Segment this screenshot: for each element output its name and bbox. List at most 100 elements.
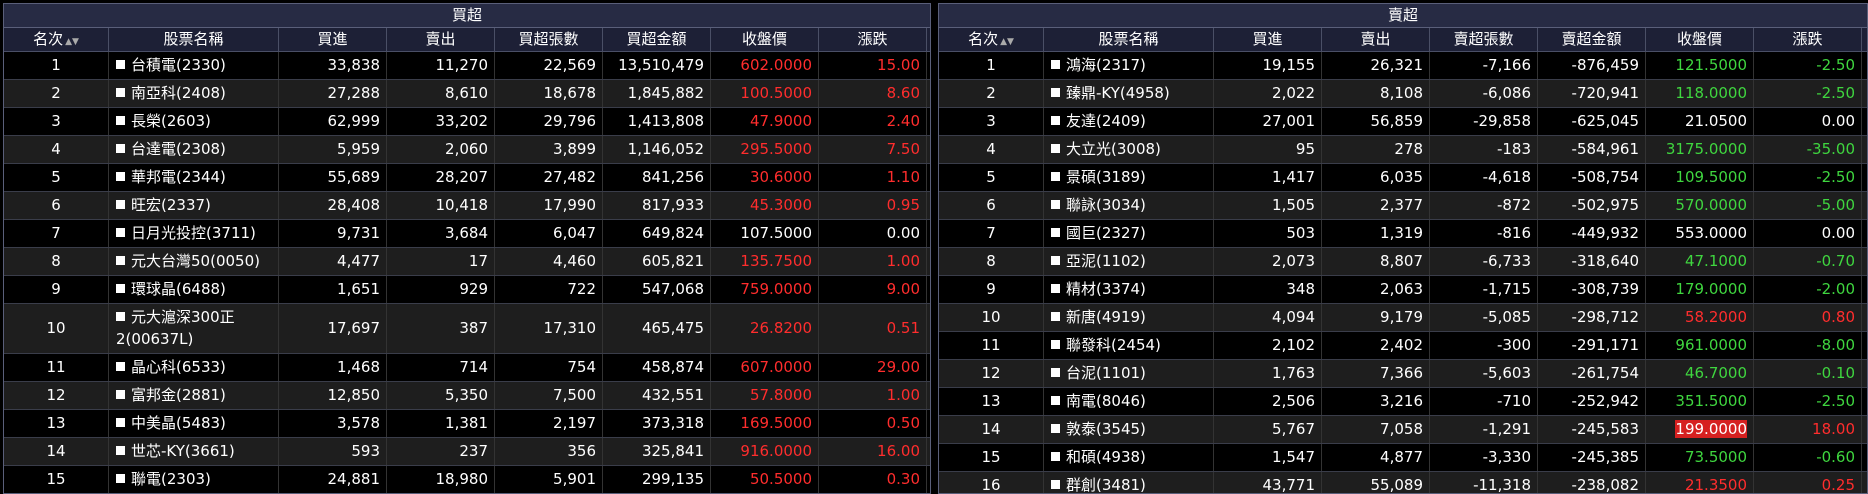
checkbox-icon[interactable] bbox=[1051, 200, 1060, 209]
table-row[interactable]: 5 華邦電(2344) 55,689 28,207 27,482 841,256 30.60… bbox=[4, 164, 930, 192]
checkbox-icon[interactable] bbox=[116, 200, 125, 209]
checkbox-icon[interactable] bbox=[1051, 256, 1060, 265]
stock-name-cell[interactable]: 和碩(4938) bbox=[1044, 444, 1214, 471]
stock-name-cell[interactable]: 華邦電(2344) bbox=[109, 164, 279, 191]
table-row[interactable]: 16 群創(3481) 43,771 55,089 -11,318 -238,082 21.… bbox=[939, 472, 1867, 493]
sort-icon[interactable]: ▲▼ bbox=[1000, 37, 1014, 47]
table-row[interactable]: 11 聯發科(2454) 2,102 2,402 -300 -291,171 961.000… bbox=[939, 332, 1867, 360]
table-row[interactable]: 1 台積電(2330) 33,838 11,270 22,569 13,510,479 60… bbox=[4, 52, 930, 80]
stock-name-cell[interactable]: 亞泥(1102) bbox=[1044, 248, 1214, 275]
checkbox-icon[interactable] bbox=[1051, 452, 1060, 461]
checkbox-icon[interactable] bbox=[1051, 88, 1060, 97]
close-column-header[interactable]: 收盤價 bbox=[1646, 28, 1754, 51]
checkbox-icon[interactable] bbox=[1051, 60, 1060, 69]
table-row[interactable]: 10 新唐(4919) 4,094 9,179 -5,085 -298,712 58.200… bbox=[939, 304, 1867, 332]
stock-name-cell[interactable]: 聯電(2303) bbox=[109, 466, 279, 493]
name-column-header[interactable]: 股票名稱 bbox=[1044, 28, 1214, 51]
stock-name-cell[interactable]: 環球晶(6488) bbox=[109, 276, 279, 303]
table-row[interactable]: 2 臻鼎-KY(4958) 2,022 8,108 -6,086 -720,941 118.… bbox=[939, 80, 1867, 108]
checkbox-icon[interactable] bbox=[116, 144, 125, 153]
table-row[interactable]: 2 南亞科(2408) 27,288 8,610 18,678 1,845,882 100.… bbox=[4, 80, 930, 108]
stock-name-cell[interactable]: 新唐(4919) bbox=[1044, 304, 1214, 331]
table-row[interactable]: 8 亞泥(1102) 2,073 8,807 -6,733 -318,640 47.1000… bbox=[939, 248, 1867, 276]
stock-name-cell[interactable]: 世芯-KY(3661) bbox=[109, 438, 279, 465]
checkbox-icon[interactable] bbox=[116, 446, 125, 455]
checkbox-icon[interactable] bbox=[1051, 480, 1060, 489]
checkbox-icon[interactable] bbox=[1051, 284, 1060, 293]
checkbox-icon[interactable] bbox=[116, 116, 125, 125]
stock-name-cell[interactable]: 聯詠(3034) bbox=[1044, 192, 1214, 219]
checkbox-icon[interactable] bbox=[116, 474, 125, 483]
stock-name-cell[interactable]: 臻鼎-KY(4958) bbox=[1044, 80, 1214, 107]
checkbox-icon[interactable] bbox=[116, 256, 125, 265]
stock-name-cell[interactable]: 元大滬深300正2(00637L) bbox=[109, 304, 279, 353]
table-row[interactable]: 5 景碩(3189) 1,417 6,035 -4,618 -508,754 109.500… bbox=[939, 164, 1867, 192]
sell-column-header[interactable]: 賣出 bbox=[387, 28, 495, 51]
table-row[interactable]: 9 精材(3374) 348 2,063 -1,715 -308,739 179.0000-… bbox=[939, 276, 1867, 304]
stock-name-cell[interactable]: 台積電(2330) bbox=[109, 52, 279, 79]
checkbox-icon[interactable] bbox=[1051, 312, 1060, 321]
checkbox-icon[interactable] bbox=[116, 60, 125, 69]
checkbox-icon[interactable] bbox=[1051, 396, 1060, 405]
checkbox-icon[interactable] bbox=[1051, 368, 1060, 377]
stock-name-cell[interactable]: 富邦金(2881) bbox=[109, 382, 279, 409]
stock-name-cell[interactable]: 旺宏(2337) bbox=[109, 192, 279, 219]
checkbox-icon[interactable] bbox=[116, 172, 125, 181]
checkbox-icon[interactable] bbox=[116, 390, 125, 399]
close-column-header[interactable]: 收盤價 bbox=[711, 28, 819, 51]
net-column-header[interactable]: 賣超張數 bbox=[1430, 28, 1538, 51]
buy-column-header[interactable]: 買進 bbox=[1214, 28, 1322, 51]
table-row[interactable]: 15 聯電(2303) 24,881 18,980 5,901 299,135 50.500… bbox=[4, 466, 930, 493]
table-row[interactable]: 4 大立光(3008) 95 278 -183 -584,961 3175.0000 -35.… bbox=[939, 136, 1867, 164]
checkbox-icon[interactable] bbox=[116, 312, 125, 321]
amount-column-header[interactable]: 買超金額 bbox=[603, 28, 711, 51]
stock-name-cell[interactable]: 元大台灣50(0050) bbox=[109, 248, 279, 275]
table-row[interactable]: 3 長榮(2603) 62,999 33,202 29,796 1,413,808 47.9… bbox=[4, 108, 930, 136]
stock-name-cell[interactable]: 聯發科(2454) bbox=[1044, 332, 1214, 359]
stock-name-cell[interactable]: 南電(8046) bbox=[1044, 388, 1214, 415]
checkbox-icon[interactable] bbox=[1051, 144, 1060, 153]
checkbox-icon[interactable] bbox=[1051, 172, 1060, 181]
table-row[interactable]: 10 元大滬深300正2(00637L) 17,697 387 17,310 465,47… bbox=[4, 304, 930, 354]
sort-icon[interactable]: ▲▼ bbox=[65, 37, 79, 47]
stock-name-cell[interactable]: 景碩(3189) bbox=[1044, 164, 1214, 191]
net-column-header[interactable]: 買超張數 bbox=[495, 28, 603, 51]
stock-name-cell[interactable]: 鴻海(2317) bbox=[1044, 52, 1214, 79]
checkbox-icon[interactable] bbox=[1051, 340, 1060, 349]
stock-name-cell[interactable]: 群創(3481) bbox=[1044, 472, 1214, 493]
buy-column-header[interactable]: 買進 bbox=[279, 28, 387, 51]
table-row[interactable]: 6 聯詠(3034) 1,505 2,377 -872 -502,975 570.0000-… bbox=[939, 192, 1867, 220]
table-row[interactable]: 13 南電(8046) 2,506 3,216 -710 -252,942 351.5000… bbox=[939, 388, 1867, 416]
stock-name-cell[interactable]: 日月光投控(3711) bbox=[109, 220, 279, 247]
stock-name-cell[interactable]: 台泥(1101) bbox=[1044, 360, 1214, 387]
table-row[interactable]: 15 和碩(4938) 1,547 4,877 -3,330 -245,385 73.500… bbox=[939, 444, 1867, 472]
stock-name-cell[interactable]: 敦泰(3545) bbox=[1044, 416, 1214, 443]
stock-name-cell[interactable]: 中美晶(5483) bbox=[109, 410, 279, 437]
amount-column-header[interactable]: 賣超金額 bbox=[1538, 28, 1646, 51]
rank-column-header[interactable]: 名次 ▲▼ bbox=[939, 28, 1044, 51]
table-row[interactable]: 13 中美晶(5483) 3,578 1,381 2,197 373,318 169.500… bbox=[4, 410, 930, 438]
checkbox-icon[interactable] bbox=[116, 284, 125, 293]
stock-name-cell[interactable]: 大立光(3008) bbox=[1044, 136, 1214, 163]
stock-name-cell[interactable]: 友達(2409) bbox=[1044, 108, 1214, 135]
checkbox-icon[interactable] bbox=[1051, 228, 1060, 237]
checkbox-icon[interactable] bbox=[116, 88, 125, 97]
table-row[interactable]: 3 友達(2409) 27,001 56,859 -29,858 -625,045 21.0… bbox=[939, 108, 1867, 136]
table-row[interactable]: 1 鴻海(2317) 19,155 26,321 -7,166 -876,459 121.5… bbox=[939, 52, 1867, 80]
table-row[interactable]: 14 世芯-KY(3661) 593 237 356 325,841 916.0000 16.… bbox=[4, 438, 930, 466]
checkbox-icon[interactable] bbox=[1051, 424, 1060, 433]
stock-name-cell[interactable]: 長榮(2603) bbox=[109, 108, 279, 135]
table-row[interactable]: 14 敦泰(3545) 5,767 7,058 -1,291 -245,583 199.00… bbox=[939, 416, 1867, 444]
change-column-header[interactable]: 漲跌 bbox=[819, 28, 927, 51]
table-row[interactable]: 12 富邦金(2881) 12,850 5,350 7,500 432,551 57.800… bbox=[4, 382, 930, 410]
name-column-header[interactable]: 股票名稱 bbox=[109, 28, 279, 51]
table-row[interactable]: 4 台達電(2308) 5,959 2,060 3,899 1,146,052 295.50… bbox=[4, 136, 930, 164]
checkbox-icon[interactable] bbox=[116, 418, 125, 427]
stock-name-cell[interactable]: 晶心科(6533) bbox=[109, 354, 279, 381]
stock-name-cell[interactable]: 國巨(2327) bbox=[1044, 220, 1214, 247]
table-row[interactable]: 6 旺宏(2337) 28,408 10,418 17,990 817,933 45.300… bbox=[4, 192, 930, 220]
checkbox-icon[interactable] bbox=[1051, 116, 1060, 125]
stock-name-cell[interactable]: 精材(3374) bbox=[1044, 276, 1214, 303]
change-column-header[interactable]: 漲跌 bbox=[1754, 28, 1862, 51]
table-row[interactable]: 7 國巨(2327) 503 1,319 -816 -449,932 553.0000 0.0… bbox=[939, 220, 1867, 248]
